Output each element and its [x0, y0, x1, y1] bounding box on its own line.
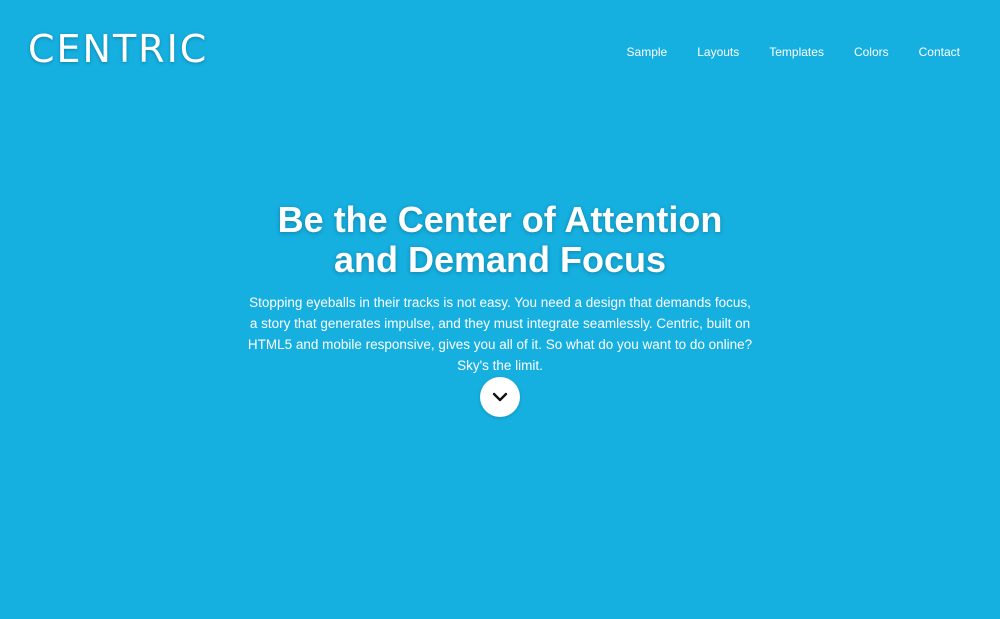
nav-link-colors[interactable]: Colors [854, 43, 889, 61]
nav-link-sample[interactable]: Sample [627, 43, 668, 61]
hero-title-line-1: Be the Center of Attention [277, 199, 723, 240]
hero-description: Stopping eyeballs in their tracks is not… [247, 295, 753, 373]
hero-title-line-2: and Demand Focus [333, 239, 667, 280]
site-header: CENTRIC Sample Layouts Templates Colors … [0, 0, 1000, 100]
nav-link-contact[interactable]: Contact [919, 43, 960, 61]
scroll-down-button[interactable] [480, 377, 520, 417]
chevron-down-icon [492, 392, 508, 402]
logo[interactable]: CENTRIC [28, 27, 208, 71]
nav-link-layouts[interactable]: Layouts [697, 43, 739, 61]
page: CENTRIC Sample Layouts Templates Colors … [0, 0, 1000, 619]
hero-title: Be the Center of Attention and Demand Fo… [220, 200, 780, 280]
main-nav: Sample Layouts Templates Colors Contact [597, 43, 960, 61]
hero-section: Be the Center of Attention and Demand Fo… [0, 200, 1000, 376]
nav-link-templates[interactable]: Templates [769, 43, 824, 61]
